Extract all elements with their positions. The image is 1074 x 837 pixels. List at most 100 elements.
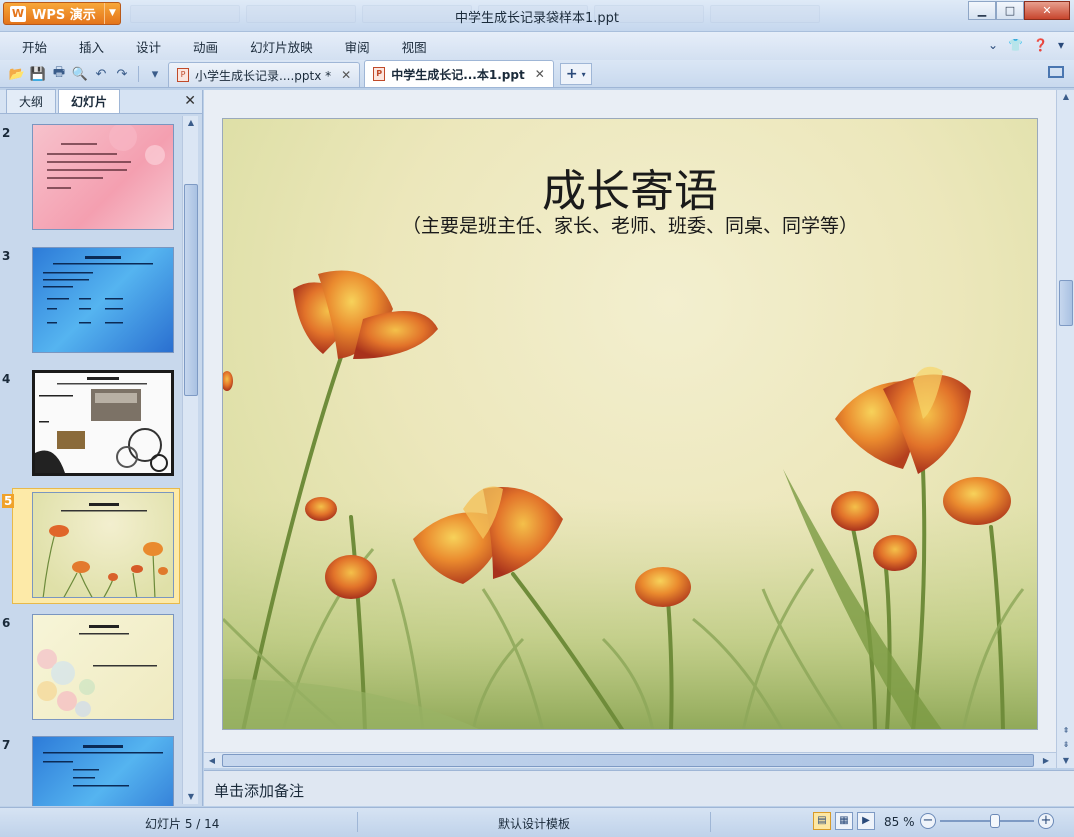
slide-thumbnail[interactable]: 4 — [2, 370, 180, 480]
chevron-down-icon[interactable]: ▾ — [1058, 38, 1064, 52]
scrollbar-thumb[interactable] — [1059, 280, 1073, 326]
slide-thumbnail[interactable]: 2 — [2, 124, 180, 234]
doc-tab-middle-school[interactable]: P 中学生成长记...本1.ppt ✕ — [364, 60, 554, 87]
slide-number: 4 — [2, 372, 11, 386]
skin-icon[interactable]: 👕 — [1008, 38, 1023, 52]
notes-placeholder: 单击添加备注 — [214, 782, 305, 800]
ppt-file-icon: P — [177, 68, 189, 82]
customize-toolbar-icon[interactable]: ▾ — [146, 65, 164, 83]
current-slide[interactable]: 成长寄语 （主要是班主任、家长、老师、班委、同桌、同学等） — [222, 118, 1038, 730]
chevron-down-icon: ▼ — [104, 3, 120, 24]
scroll-left-icon[interactable]: ◀ — [204, 754, 220, 768]
thumb-art — [35, 377, 168, 473]
status-bar: 幻灯片 5 / 14 默认设计模板 ▤ ▦ ▶ 85 % − + — [0, 807, 1074, 837]
slide-thumbnail[interactable]: 7 — [2, 736, 180, 806]
tab-slides[interactable]: 幻灯片 — [58, 89, 121, 113]
doc-tab-primary-school[interactable]: P 小学生成长记录....pptx * ✕ — [168, 62, 361, 87]
background-window-tabs — [130, 5, 820, 23]
quick-access-toolbar: 📂 💾 🖶 🔍 ↶ ↷ ▾ — [0, 61, 164, 87]
slide-thumbnail-selected[interactable]: 5 — [2, 488, 180, 604]
slide-number: 3 — [2, 249, 11, 263]
close-icon[interactable]: ✕ — [341, 68, 351, 82]
thumbnail-image — [32, 614, 174, 720]
thumb-art — [37, 625, 157, 717]
thumb-art — [47, 125, 165, 189]
close-icon: ✕ — [1042, 4, 1052, 17]
undo-icon[interactable]: ↶ — [92, 65, 110, 83]
save-icon[interactable]: 💾 — [29, 65, 47, 83]
scroll-right-icon[interactable]: ▶ — [1038, 754, 1054, 768]
thumb-art — [42, 503, 168, 597]
scroll-down-icon[interactable]: ▼ — [1058, 754, 1074, 768]
editor-vertical-scrollbar[interactable]: ▲ ⇞ ⇟ ▼ — [1056, 90, 1074, 768]
scroll-up-icon[interactable]: ▲ — [1058, 90, 1074, 104]
slide-number: 7 — [2, 738, 11, 752]
tab-list-icon[interactable] — [1048, 66, 1064, 78]
print-preview-icon[interactable]: 🔍 — [71, 65, 89, 83]
redo-icon[interactable]: ↷ — [113, 65, 131, 83]
menu-view[interactable]: 视图 — [390, 37, 439, 56]
status-divider — [710, 812, 711, 832]
menu-bar: 开始 插入 设计 动画 幻灯片放映 审阅 视图 ⌄ 👕 ❓ ▾ — [0, 32, 1074, 60]
minimize-icon: ▁ — [977, 4, 987, 17]
tab-outline[interactable]: 大纲 — [6, 89, 57, 113]
slide-title[interactable]: 成长寄语 — [223, 155, 1037, 219]
scroll-up-icon[interactable]: ▲ — [183, 116, 199, 130]
slide-thumbnail[interactable]: 6 — [2, 614, 180, 724]
status-divider — [357, 812, 358, 832]
new-tab-button[interactable]: + ▾ — [559, 63, 592, 85]
wps-app-menu-button[interactable]: W WPS 演示 ▼ — [3, 2, 121, 25]
panel-tabs: 大纲 幻灯片 — [0, 89, 202, 114]
scrollbar-thumb[interactable] — [222, 754, 1034, 767]
scrollbar-thumb[interactable] — [184, 184, 198, 396]
title-bar: W WPS 演示 ▼ 中学生成长记录袋样本1.ppt ▁ □ ✕ — [0, 0, 1074, 32]
zoom-level[interactable]: 85 % — [884, 815, 915, 829]
notes-pane[interactable]: 单击添加备注 — [204, 770, 1074, 806]
thumbnail-image — [32, 370, 174, 476]
close-button[interactable]: ✕ — [1024, 1, 1070, 20]
open-folder-icon[interactable]: 📂 — [8, 65, 26, 83]
chevron-down-icon: ▾ — [581, 69, 586, 79]
maximize-button[interactable]: □ — [996, 1, 1024, 20]
thumbnail-scrollbar[interactable]: ▲ ▼ — [182, 116, 198, 804]
slide-subtitle[interactable]: （主要是班主任、家长、老师、班委、同桌、同学等） — [223, 211, 1037, 238]
maximize-icon: □ — [1004, 4, 1016, 17]
template-name[interactable]: 默认设计模板 — [498, 815, 570, 832]
view-switcher: ▤ ▦ ▶ — [813, 812, 875, 830]
slide-number: 2 — [2, 126, 11, 140]
menu-insert[interactable]: 插入 — [67, 37, 116, 56]
zoom-slider-knob[interactable] — [989, 814, 1000, 828]
slide-number: 5 — [2, 494, 15, 508]
next-slide-icon[interactable]: ⇟ — [1058, 738, 1074, 752]
menu-slideshow[interactable]: 幻灯片放映 — [238, 37, 325, 56]
menu-review[interactable]: 审阅 — [333, 37, 382, 56]
close-icon[interactable]: ✕ — [184, 93, 196, 109]
zoom-slider-track[interactable] — [940, 820, 1034, 822]
zoom-in-icon[interactable]: + — [1038, 813, 1054, 829]
doc-tab-label: 小学生成长记录....pptx * — [195, 68, 332, 83]
thumbnail-image — [32, 247, 174, 353]
ghost-tab — [362, 5, 472, 23]
slide-sorter-icon[interactable]: ▦ — [835, 812, 853, 830]
editor-horizontal-scrollbar[interactable]: ◀ ▶ — [204, 752, 1056, 768]
ghost-tab — [246, 5, 356, 23]
close-icon[interactable]: ✕ — [535, 67, 545, 81]
minimize-button[interactable]: ▁ — [968, 1, 996, 20]
menu-design[interactable]: 设计 — [124, 37, 173, 56]
thumbnail-image — [32, 736, 174, 806]
normal-view-icon[interactable]: ▤ — [813, 812, 831, 830]
collapse-ribbon-icon[interactable]: ⌄ — [988, 38, 998, 52]
scroll-down-icon[interactable]: ▼ — [183, 790, 199, 804]
slide-thumbnail[interactable]: 3 — [2, 247, 180, 357]
print-icon[interactable]: 🖶 — [50, 65, 68, 83]
menu-right-tools: ⌄ 👕 ❓ ▾ — [988, 38, 1064, 52]
plus-icon: + — [565, 66, 578, 82]
menu-home[interactable]: 开始 — [10, 37, 59, 56]
slideshow-icon[interactable]: ▶ — [857, 812, 875, 830]
doc-tab-label: 中学生成长记...本1.ppt — [391, 67, 525, 82]
zoom-out-icon[interactable]: − — [920, 813, 936, 829]
help-icon[interactable]: ❓ — [1033, 38, 1048, 52]
prev-slide-icon[interactable]: ⇞ — [1058, 724, 1074, 738]
menu-animation[interactable]: 动画 — [181, 37, 230, 56]
slide-panel: 大纲 幻灯片 ✕ 2 3 4 5 6 7 ▲ ▼ — [0, 89, 203, 806]
